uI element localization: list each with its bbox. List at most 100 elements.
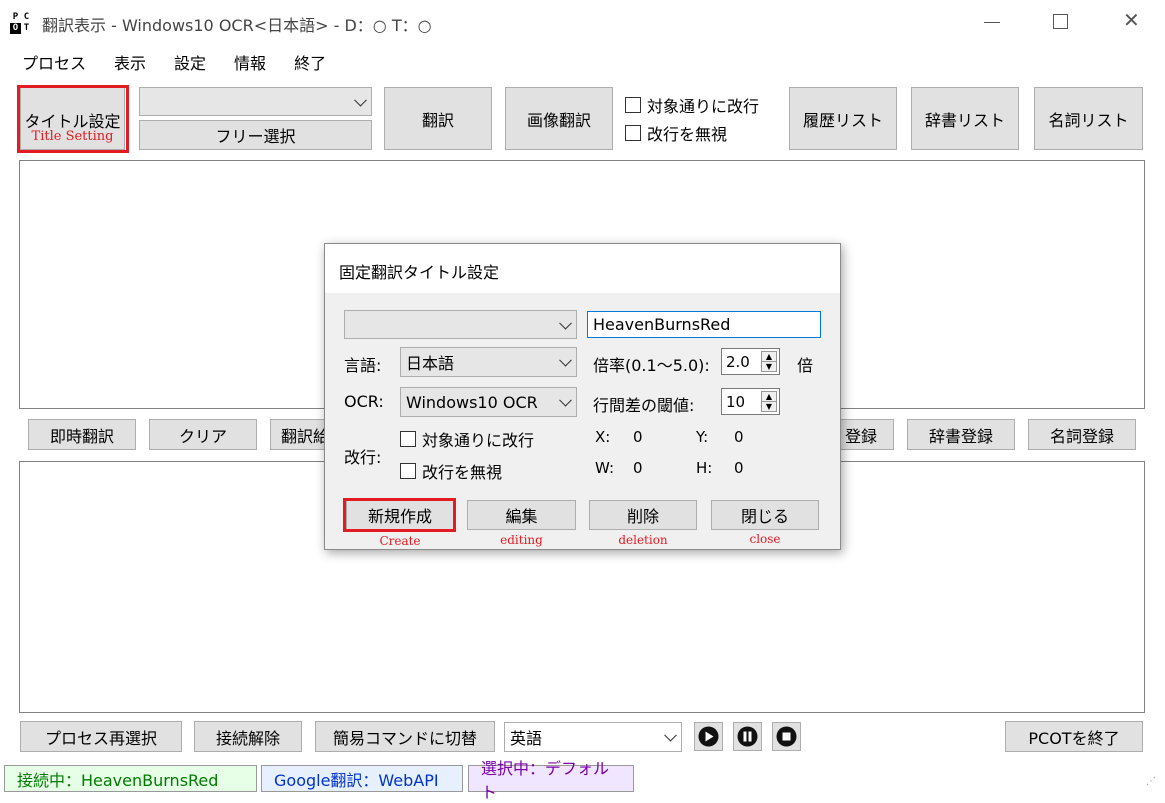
line-gap-stepper[interactable]: 10 ▲ ▼: [721, 388, 780, 415]
checkbox-box: [625, 97, 641, 113]
dictionary-list-label: 辞書リスト: [924, 110, 1005, 130]
image-translate-button[interactable]: 画像翻訳: [505, 87, 613, 150]
translate-label: 翻訳: [421, 110, 454, 130]
edit-button[interactable]: 編集: [467, 500, 576, 530]
ocr-value: Windows10 OCR: [406, 392, 538, 412]
dialog-title: 固定翻訳タイトル設定: [339, 263, 500, 282]
chevron-down-icon: [559, 393, 572, 407]
language-select[interactable]: 日本語: [400, 347, 577, 377]
x-value: 0: [633, 428, 643, 446]
status-translator: Google翻訳：WebAPI: [261, 765, 463, 792]
menu-item-info[interactable]: 情報: [234, 50, 266, 78]
maximize-icon[interactable]: [1053, 14, 1068, 29]
status-connection: 接続中：HeavenBurnsRed: [4, 765, 257, 792]
h-label: H:: [696, 459, 713, 477]
w-value: 0: [633, 459, 643, 477]
menu-item-view[interactable]: 表示: [114, 50, 146, 78]
window-title: 翻訳表示 - Windows10 OCR<日本語> - D：○ T：○: [42, 16, 432, 35]
delete-button[interactable]: 削除: [589, 500, 697, 530]
logo-letter-c: C: [23, 12, 30, 22]
close-icon[interactable]: ✕: [1123, 10, 1140, 30]
noun-register-button[interactable]: 名詞登録: [1028, 419, 1136, 450]
y-label: Y:: [696, 428, 709, 446]
menu-item-process[interactable]: プロセス: [22, 50, 86, 78]
stepper-up-icon[interactable]: ▲: [762, 352, 776, 361]
resize-grip-icon[interactable]: ⋰: [1146, 777, 1156, 787]
edit-label: 編集: [505, 507, 538, 526]
dialog-preset-select[interactable]: [344, 310, 577, 339]
ocr-select[interactable]: Windows10 OCR: [400, 387, 577, 417]
stepper-arrows[interactable]: ▲ ▼: [761, 391, 777, 412]
chevron-down-icon: [664, 728, 677, 742]
ignore-linebreak-checkbox[interactable]: 改行を無視: [625, 121, 727, 145]
close-label: 閉じる: [740, 507, 789, 526]
delete-caption: deletion: [618, 533, 668, 547]
exit-pcot-button[interactable]: PCOTを終了: [1005, 721, 1143, 752]
app-logo: P C O T: [10, 12, 32, 34]
dialog-title-input[interactable]: HeavenBurnsRed: [587, 311, 821, 338]
logo-letter-o: O: [10, 23, 21, 34]
menu-item-settings[interactable]: 設定: [174, 50, 206, 78]
stop-icon[interactable]: [772, 722, 801, 751]
image-translate-label: 画像翻訳: [526, 110, 591, 130]
simple-command-button[interactable]: 簡易コマンドに切替: [315, 721, 495, 752]
language-value: 日本語: [406, 354, 455, 373]
minimize-icon[interactable]: [984, 22, 1000, 23]
line-gap-value: 10: [726, 392, 746, 411]
scale-stepper[interactable]: 2.0 ▲ ▼: [721, 348, 780, 375]
status-selection: 選択中：デフォルト: [468, 759, 634, 802]
menu-bar: プロセス 表示 設定 情報 終了: [0, 50, 326, 78]
title-combo[interactable]: [139, 87, 372, 116]
chevron-down-icon: [354, 93, 367, 107]
free-select-label: フリー選択: [215, 127, 296, 146]
chevron-down-icon: [559, 316, 572, 330]
y-value: 0: [734, 428, 744, 446]
disconnect-label: 接続解除: [215, 728, 280, 748]
title-setting-dialog: 固定翻訳タイトル設定 HeavenBurnsRed 言語: 日本語 倍率(0.1…: [324, 243, 841, 550]
dictionary-list-button[interactable]: 辞書リスト: [911, 87, 1019, 150]
checkbox-box: [400, 463, 416, 479]
stepper-down-icon[interactable]: ▼: [762, 401, 776, 411]
play-icon[interactable]: [694, 722, 723, 751]
dictionary-register-label: 辞書登録: [928, 426, 993, 446]
clear-button[interactable]: クリア: [149, 419, 257, 450]
ignore-linebreak-label: 改行を無視: [647, 125, 728, 144]
clear-label: クリア: [178, 426, 227, 446]
logo-letter-t: T: [23, 23, 30, 33]
history-list-label: 履歴リスト: [802, 110, 883, 130]
delete-label: 削除: [626, 507, 659, 526]
logo-letter-p: P: [12, 12, 19, 22]
target-language-select[interactable]: 英語: [504, 722, 682, 752]
scale-unit: 倍: [797, 356, 814, 375]
new-create-highlight: [343, 498, 456, 532]
noun-list-button[interactable]: 名詞リスト: [1034, 87, 1143, 150]
edit-caption: editing: [500, 533, 543, 547]
translate-button[interactable]: 翻訳: [384, 87, 492, 150]
reselect-process-label: プロセス再選択: [44, 728, 157, 748]
stepper-down-icon[interactable]: ▼: [762, 361, 776, 371]
chevron-down-icon: [559, 353, 572, 367]
instant-translate-button[interactable]: 即時翻訳: [28, 419, 136, 450]
checkbox-box: [625, 125, 641, 141]
menu-item-exit[interactable]: 終了: [294, 50, 326, 78]
x-label: X:: [595, 428, 611, 446]
stepper-up-icon[interactable]: ▲: [762, 392, 776, 401]
simple-command-label: 簡易コマンドに切替: [332, 728, 477, 748]
history-list-button[interactable]: 履歴リスト: [789, 87, 897, 150]
free-select-button[interactable]: フリー選択: [139, 120, 372, 150]
noun-list-label: 名詞リスト: [1048, 110, 1129, 130]
w-label: W:: [595, 459, 615, 477]
dialog-linebreak-target-checkbox[interactable]: 対象通りに改行: [400, 427, 534, 451]
dialog-ignore-linebreak-label: 改行を無視: [422, 463, 503, 482]
pause-icon[interactable]: [733, 722, 762, 751]
close-caption: close: [749, 532, 781, 546]
disconnect-button[interactable]: 接続解除: [194, 721, 302, 752]
language-label: 言語:: [344, 356, 382, 375]
dialog-ignore-linebreak-checkbox[interactable]: 改行を無視: [400, 459, 502, 483]
close-button[interactable]: 閉じる: [711, 500, 819, 530]
stepper-arrows[interactable]: ▲ ▼: [761, 351, 777, 372]
reselect-process-button[interactable]: プロセス再選択: [20, 721, 182, 752]
linebreak-target-checkbox[interactable]: 対象通りに改行: [625, 93, 759, 117]
dictionary-register-button[interactable]: 辞書登録: [907, 419, 1015, 450]
line-gap-label: 行間差の閾値:: [593, 396, 695, 415]
